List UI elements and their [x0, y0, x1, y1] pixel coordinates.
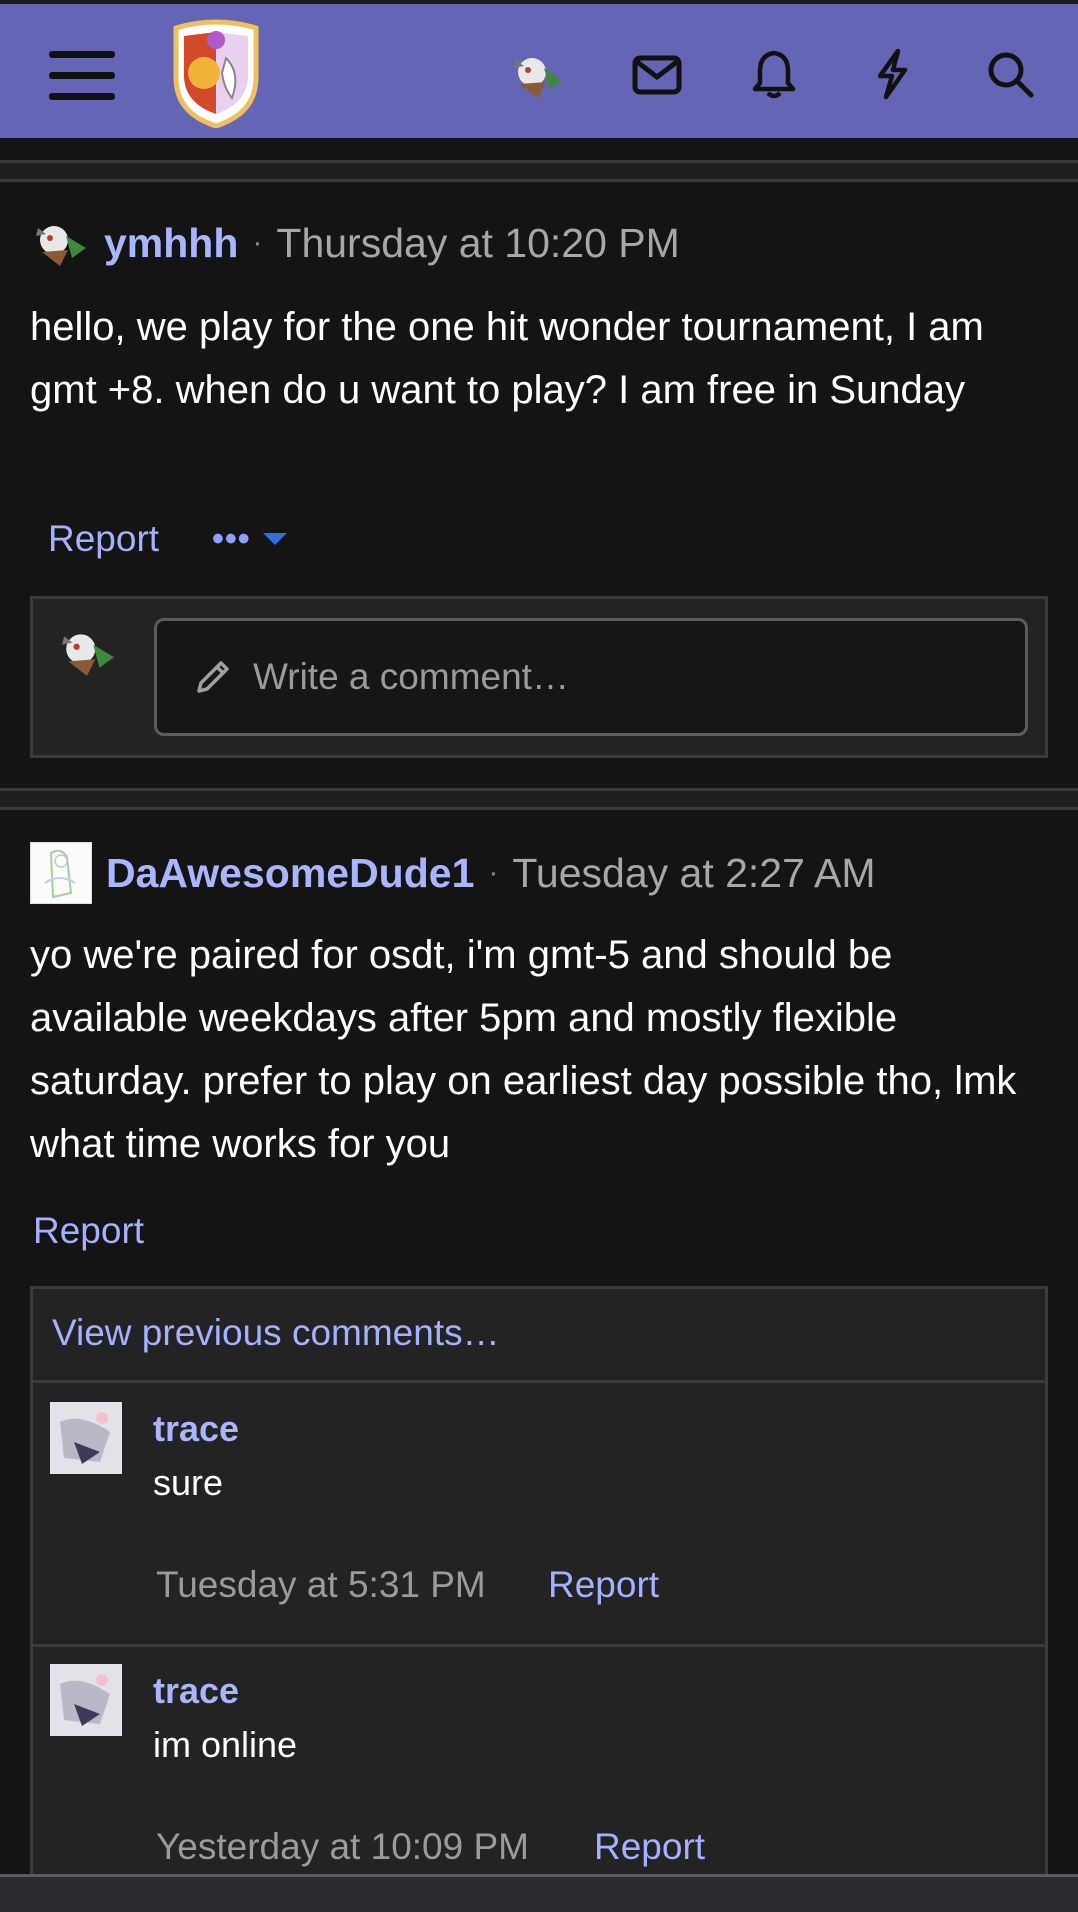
post-header: DaAwesomeDude1 · Tuesday at 2:27 AM [30, 842, 876, 904]
bottom-bar [0, 1874, 1078, 1912]
pencil-icon [197, 661, 229, 693]
comment-timestamp[interactable]: Tuesday at 5:31 PM [156, 1564, 486, 1606]
search-icon[interactable] [984, 48, 1036, 100]
report-link[interactable]: Report [594, 1826, 705, 1868]
avatar [54, 626, 120, 678]
report-link[interactable]: Report [48, 518, 159, 560]
post-separator [0, 788, 1078, 810]
avatar[interactable] [30, 842, 92, 904]
more-options-label: ••• [212, 520, 251, 558]
post-username[interactable]: DaAwesomeDude1 [106, 850, 474, 897]
user-avatar[interactable] [510, 50, 564, 100]
avatar[interactable] [50, 1402, 122, 1474]
comment-placeholder: Write a comment… [253, 656, 569, 697]
top-navigation-bar [0, 0, 1078, 138]
comment-username[interactable]: trace [153, 1408, 239, 1450]
bell-icon[interactable] [750, 48, 798, 100]
post-separator [0, 160, 1078, 182]
comment-input[interactable]: Write a comment… [154, 618, 1028, 736]
post-body: hello, we play for the one hit wonder to… [30, 305, 984, 412]
post-body: yo we're paired for osdt, i'm gmt-5 and … [30, 933, 1017, 1166]
comment-text: im online [153, 1724, 298, 1765]
report-link[interactable]: Report [33, 1210, 144, 1252]
post-timestamp[interactable]: Thursday at 10:20 PM [276, 220, 679, 267]
avatar[interactable] [50, 1664, 122, 1736]
view-previous-comments-link[interactable]: View previous comments… [52, 1312, 500, 1354]
report-link[interactable]: Report [548, 1564, 659, 1606]
comment-timestamp[interactable]: Yesterday at 10:09 PM [156, 1826, 529, 1868]
separator-dot: · [488, 856, 499, 889]
post-username[interactable]: ymhhh [104, 220, 238, 267]
more-options-button[interactable]: ••• [212, 520, 287, 559]
comment-username[interactable]: trace [153, 1670, 239, 1712]
bolt-icon[interactable] [870, 48, 914, 100]
separator-dot: · [252, 226, 263, 259]
chevron-down-icon [262, 532, 287, 545]
post-header: ymhhh · Thursday at 10:20 PM [32, 218, 680, 268]
menu-icon[interactable] [48, 48, 116, 104]
comment-text: sure [153, 1462, 224, 1503]
avatar[interactable] [32, 218, 88, 268]
post-timestamp[interactable]: Tuesday at 2:27 AM [512, 850, 875, 897]
mail-icon[interactable] [630, 52, 684, 98]
site-logo[interactable] [166, 18, 266, 128]
